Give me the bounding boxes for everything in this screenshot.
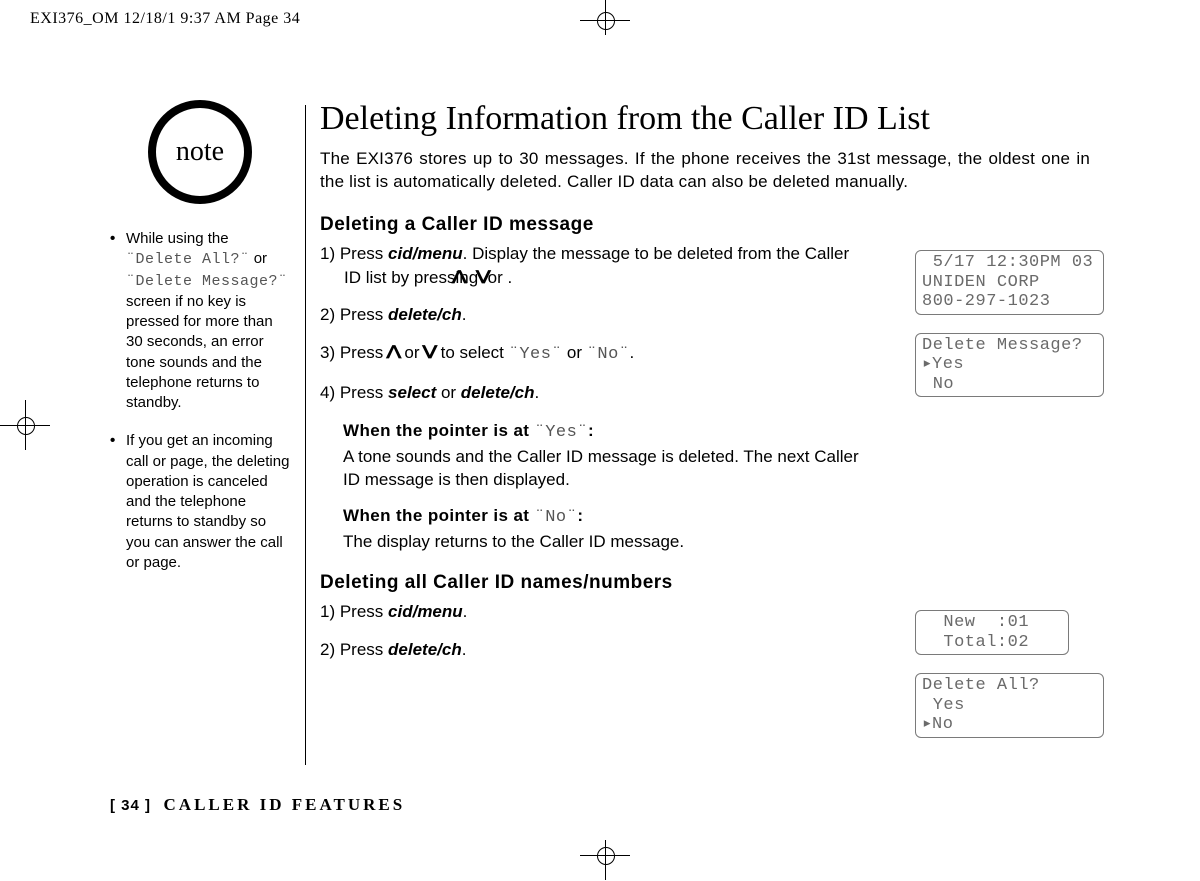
- bullet-icon: •: [110, 229, 122, 413]
- note-badge: note: [148, 100, 252, 204]
- note-text: While using the ¨Delete All?¨ or ¨Delete…: [126, 229, 290, 413]
- result-yes: When the pointer is at ¨Yes¨: A tone sou…: [320, 419, 860, 492]
- up-arrow-icon: ᐱ: [386, 341, 401, 365]
- down-arrow-icon: ᐯ: [422, 341, 437, 365]
- note-item: • If you get an incoming call or page, t…: [110, 431, 290, 573]
- note-sidebar: note • While using the ¨Delete All?¨ or …: [110, 100, 290, 591]
- lcd-screen-callerid: 5/17 12:30PM 03 UNIDEN CORP 800-297-1023: [915, 250, 1104, 315]
- step: 1) Press cid/menu. Display the message t…: [320, 242, 860, 290]
- lcd-screen-delete-all: Delete All? Yes ▸No: [915, 673, 1104, 738]
- step: 4) Press select or delete/ch.: [320, 381, 860, 405]
- step: 2) Press delete/ch.: [320, 303, 860, 327]
- pointer-icon: ▸: [922, 355, 932, 375]
- steps-section-b: 1) Press cid/menu. 2) Press delete/ch.: [320, 600, 860, 662]
- note-badge-label: note: [176, 136, 224, 168]
- note-list: • While using the ¨Delete All?¨ or ¨Dele…: [110, 229, 290, 573]
- note-text: If you get an incoming call or page, the…: [126, 431, 290, 573]
- step: 1) Press cid/menu.: [320, 600, 860, 624]
- print-header-strip: EXI376_OM 12/18/1 9:37 AM Page 34: [30, 10, 300, 28]
- step: 3) Press ᐱ or ᐯ to select ¨Yes¨ or ¨No¨.: [320, 341, 860, 367]
- vertical-divider: [305, 105, 306, 765]
- main-column: Deleting Information from the Caller ID …: [320, 100, 1090, 675]
- footer-title: CALLER ID FEATURES: [164, 795, 406, 814]
- steps-section-a: 1) Press cid/menu. Display the message t…: [320, 242, 860, 554]
- pointer-icon: ▸: [922, 715, 932, 735]
- step: 2) Press delete/ch.: [320, 638, 860, 662]
- page-number: [ 34 ]: [110, 797, 151, 814]
- lcd-screen-summary: New :01 Total:02: [915, 610, 1069, 655]
- note-item: • While using the ¨Delete All?¨ or ¨Dele…: [110, 229, 290, 413]
- lcd-screens: 5/17 12:30PM 03 UNIDEN CORP 800-297-1023…: [915, 100, 1104, 756]
- result-no: When the pointer is at ¨No¨: The display…: [320, 504, 860, 554]
- page-footer: [ 34 ] CALLER ID FEATURES: [110, 795, 405, 815]
- bullet-icon: •: [110, 431, 122, 573]
- lcd-screen-delete-message: Delete Message? ▸Yes No: [915, 333, 1104, 398]
